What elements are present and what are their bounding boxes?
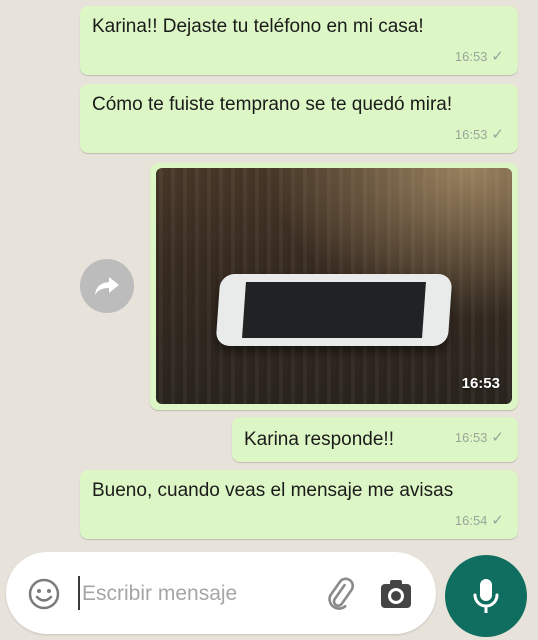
text-cursor [78, 576, 80, 610]
image-time: 16:53 [461, 375, 500, 392]
sent-check-icon: ✓ [491, 48, 504, 65]
paperclip-icon[interactable] [322, 576, 358, 612]
chat-area: Karina!! Dejaste tu teléfono en mi casa!… [0, 0, 538, 550]
sent-check-icon: ✓ [491, 512, 504, 529]
image-message[interactable]: 16:53 [150, 163, 518, 410]
message-time: 16:54 [454, 513, 488, 528]
message-text: Bueno, cuando veas el mensaje me avisas [92, 480, 454, 501]
message-time: 16:53 [454, 127, 488, 142]
emoji-icon[interactable] [28, 578, 60, 610]
message-bubble[interactable]: Bueno, cuando veas el mensaje me avisas … [80, 470, 518, 539]
message-meta: 16:53 ✓ [455, 425, 504, 450]
sent-check-icon: ✓ [491, 429, 504, 446]
message-text: Karina!! Dejaste tu teléfono en mi casa! [92, 16, 424, 37]
message-time: 16:53 [454, 49, 488, 64]
message-input[interactable] [82, 578, 302, 610]
message-meta: 16:53 ✓ [455, 44, 504, 69]
message-bubble[interactable]: Karina responde!! 16:53 ✓ [232, 417, 518, 462]
message-text: Cómo te fuiste temprano se te quedó mira… [92, 94, 453, 115]
message-meta: 16:54 ✓ [455, 508, 504, 533]
message-time: 16:53 [454, 430, 488, 445]
forward-icon [95, 277, 119, 295]
phone-illustration [215, 274, 453, 346]
microphone-icon [473, 579, 499, 613]
message-meta: 16:53 ✓ [455, 122, 504, 147]
forward-button[interactable] [80, 259, 134, 313]
sent-check-icon: ✓ [491, 126, 504, 143]
message-bubble[interactable]: Karina!! Dejaste tu teléfono en mi casa!… [80, 6, 518, 75]
camera-icon[interactable] [378, 576, 414, 612]
photo-thumbnail[interactable]: 16:53 [156, 168, 512, 404]
microphone-button[interactable] [445, 555, 527, 637]
message-composer [6, 552, 436, 634]
message-bubble[interactable]: Cómo te fuiste temprano se te quedó mira… [80, 84, 518, 153]
